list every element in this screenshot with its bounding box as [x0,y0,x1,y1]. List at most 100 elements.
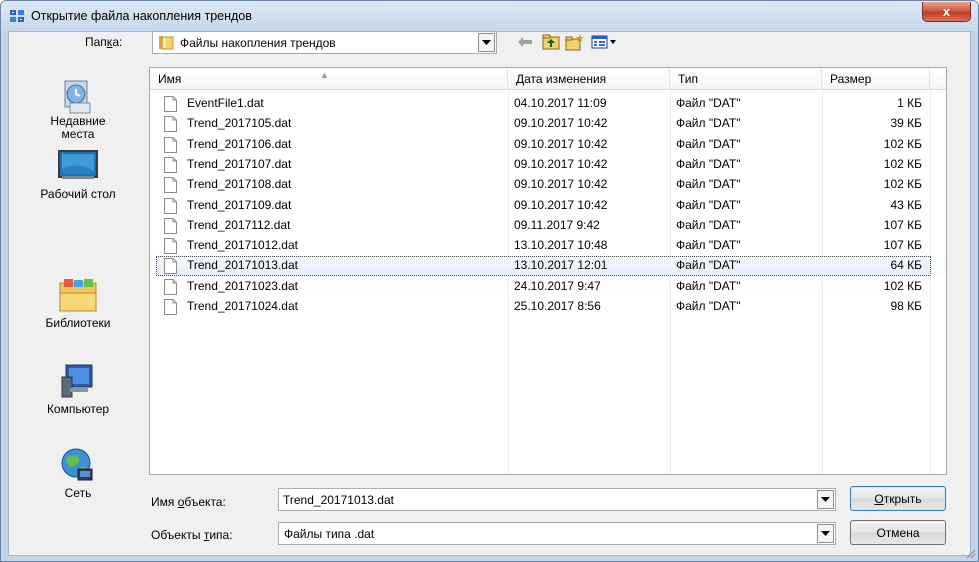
computer-icon [61,364,93,398]
file-date: 24.10.2017 9:47 [514,278,601,293]
file-size: 1 КБ [897,96,922,110]
file-type: Файл "DAT" [676,278,741,293]
place-computer[interactable]: Компьютер [9,363,147,416]
chevron-down-icon [821,531,830,536]
file-row[interactable]: Trend_20171013.dat 13.10.2017 12:01 Файл "… [150,256,946,277]
file-name: Trend_20171012.dat [187,238,298,253]
file-size: 64 КБ [890,258,922,273]
file-name: Trend_2017112.dat [187,217,291,232]
file-row[interactable]: Trend_20171024.dat 25.10.2017 8:56 Файл "D… [150,297,946,316]
file-type: Файл "DAT" [676,136,741,151]
file-date: 13.10.2017 12:01 [514,258,608,273]
chevron-down-icon [482,40,491,45]
file-icon [164,238,177,255]
file-row[interactable]: Trend_2017106.dat 09.10.2017 10:42 Файл "D… [150,135,946,154]
network-icon [61,448,93,481]
file-date: 13.10.2017 10:48 [514,238,608,253]
chevron-down-icon [821,497,830,502]
title-bar[interactable]: Открытие файла накопления трендов x [1,1,978,31]
file-list[interactable]: Имя ▲ Дата изменения Тип Размер EventFil… [149,67,947,475]
column-header-name[interactable]: Имя ▲ [150,68,508,90]
new-folder-button[interactable] [565,33,585,51]
file-row[interactable]: EventFile1.dat 04.10.2017 11:09 Файл "DAT"… [150,94,946,113]
window-title: Открытие файла накопления трендов [31,9,252,23]
close-button[interactable]: x [922,2,971,22]
file-icon [164,116,177,133]
file-list-header: Имя ▲ Дата изменения Тип Размер [150,68,946,90]
file-name: Trend_2017109.dat [187,197,292,212]
file-row[interactable]: Trend_2017109.dat 09.10.2017 10:42 Файл "D… [150,196,946,215]
filename-dropdown-button[interactable] [817,490,834,509]
close-icon: x [942,4,951,19]
file-type: Файл "DAT" [676,156,741,171]
file-date: 04.10.2017 11:09 [514,96,607,110]
recent-places-icon [64,80,91,114]
file-type: Файл "DAT" [676,116,741,131]
file-size: 107 КБ [883,238,922,253]
place-recent[interactable]: Недавние места [9,75,147,141]
file-size: 98 КБ [890,299,922,313]
file-name: EventFile1.dat [187,96,264,110]
file-row[interactable]: Trend_2017107.dat 09.10.2017 10:42 Файл "D… [150,155,946,174]
file-icon [164,177,177,194]
file-date: 09.10.2017 10:42 [514,116,608,131]
file-type: Файл "DAT" [676,177,741,192]
file-type: Файл "DAT" [676,299,741,313]
column-header-date[interactable]: Дата изменения [508,68,670,90]
file-icon [164,299,177,315]
place-network[interactable]: Сеть [9,447,147,500]
new-folder-icon [565,33,584,50]
file-name: Trend_2017107.dat [187,156,292,171]
resize-grip-icon[interactable] [964,547,976,559]
file-icon [164,258,177,275]
place-libraries[interactable]: Библиотеки [9,213,147,330]
file-icon [164,197,177,214]
cancel-button[interactable]: Отмена [850,520,946,545]
view-menu-button[interactable] [590,33,618,51]
file-icon [164,136,177,153]
view-menu-icon [591,35,616,49]
dialog-window: Открытие файла накопления трендов x Папк… [0,0,979,562]
file-row[interactable]: Trend_2017105.dat 09.10.2017 10:42 Файл "D… [150,114,946,133]
back-arrow-icon [518,37,532,47]
file-name: Trend_20171024.dat [187,299,298,313]
filetype-combo[interactable]: Файлы типа .dat [278,522,836,545]
column-header-size[interactable]: Размер [822,68,930,90]
file-row[interactable]: Trend_2017108.dat 09.10.2017 10:42 Файл "D… [150,175,946,194]
folder-up-icon [542,34,560,50]
file-name: Trend_20171013.dat [187,258,298,273]
file-row[interactable]: Trend_20171023.dat 24.10.2017 9:47 Файл "D… [150,277,946,296]
file-date: 09.10.2017 10:42 [514,197,608,212]
file-size: 102 КБ [883,177,922,192]
filetype-value: Файлы типа .dat [284,527,375,541]
file-row[interactable]: Trend_20171012.dat 13.10.2017 10:48 Файл "… [150,236,946,255]
open-button[interactable]: Открыть [850,486,946,511]
file-icon [164,96,177,112]
file-size: 102 КБ [883,156,922,171]
place-desktop[interactable]: Рабочий стол [9,149,147,201]
file-row[interactable]: Trend_2017112.dat 09.11.2017 9:42 Файл "DA… [150,216,946,235]
sort-ascending-icon: ▲ [320,70,329,80]
file-name: Trend_20171023.dat [187,278,298,293]
libraries-icon [59,279,97,312]
file-date: 09.11.2017 9:42 [514,217,600,232]
up-folder-button[interactable] [541,33,561,51]
back-button[interactable] [515,33,535,51]
lookin-label: Папка: [85,35,123,49]
filename-combo[interactable] [278,488,836,511]
file-name: Trend_2017105.dat [187,116,292,131]
lookin-combo[interactable]: Файлы накопления трендов [152,31,497,54]
file-name: Trend_2017108.dat [187,177,292,192]
file-type: Файл "DAT" [676,96,741,110]
file-type: Файл "DAT" [676,238,741,253]
desktop-icon [58,150,98,179]
filetype-dropdown-button[interactable] [817,524,834,543]
file-size: 39 КБ [890,116,922,131]
column-header-type[interactable]: Тип [670,68,822,90]
lookin-dropdown-button[interactable] [478,33,495,52]
file-date: 09.10.2017 10:42 [514,156,608,171]
filename-input[interactable] [279,489,817,510]
places-bar: Недавние места Рабочий стол Библиотеки К… [9,67,147,523]
file-icon [164,156,177,173]
file-date: 09.10.2017 10:42 [514,136,608,151]
